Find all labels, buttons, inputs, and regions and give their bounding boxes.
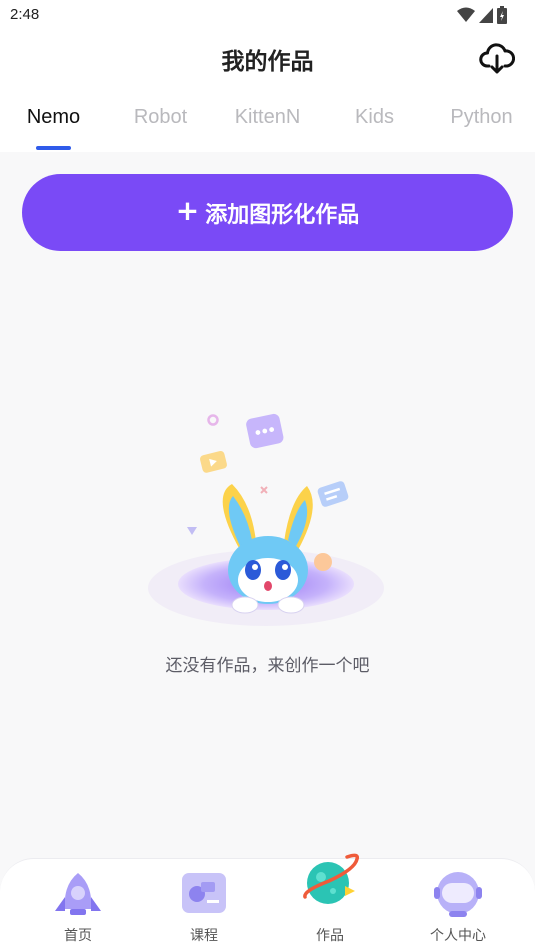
tab-kids[interactable]: Kids bbox=[321, 106, 428, 129]
status-icons bbox=[457, 6, 507, 24]
category-tabs: Nemo Robot KittenN Kids Python bbox=[0, 90, 535, 152]
wifi-icon bbox=[457, 7, 475, 22]
planet-icon bbox=[303, 853, 359, 904]
astronaut-helmet-icon bbox=[434, 872, 482, 917]
nav-works[interactable]: 作品 bbox=[270, 853, 390, 952]
status-bar: 2:48 bbox=[0, 0, 535, 30]
cloud-download-icon bbox=[479, 43, 516, 74]
bunny-in-hole-illustration bbox=[148, 413, 384, 626]
battery-icon bbox=[497, 6, 507, 24]
nav-courses-label: 课程 bbox=[190, 928, 218, 944]
header: 我的作品 bbox=[0, 30, 535, 90]
nav-home[interactable]: 首页 bbox=[18, 859, 138, 952]
empty-state-message: 还没有作品，来创作一个吧 bbox=[165, 656, 370, 676]
nav-works-label: 作品 bbox=[316, 928, 344, 944]
tab-kittenn[interactable]: KittenN bbox=[214, 106, 321, 129]
tab-indicator bbox=[36, 146, 71, 150]
status-time: 2:48 bbox=[10, 6, 40, 23]
cloud-download-button[interactable] bbox=[479, 42, 516, 76]
nav-profile[interactable]: 个人中心 bbox=[398, 859, 518, 952]
add-button-label: 添加图形化作品 bbox=[205, 202, 360, 228]
nav-courses[interactable]: 课程 bbox=[144, 859, 264, 952]
signal-icon bbox=[479, 8, 493, 23]
tab-python[interactable]: Python bbox=[428, 106, 535, 129]
page-title: 我的作品 bbox=[221, 49, 314, 75]
plus-icon: + bbox=[175, 194, 200, 227]
nav-profile-label: 个人中心 bbox=[430, 928, 486, 944]
course-board-icon bbox=[182, 873, 226, 913]
bottom-nav: 首页 课程 作品 个人中心 bbox=[0, 853, 535, 952]
add-graphical-work-button[interactable]: + 添加图形化作品 bbox=[22, 174, 513, 251]
tab-robot[interactable]: Robot bbox=[107, 106, 214, 129]
rocket-icon bbox=[55, 873, 101, 915]
nav-home-label: 首页 bbox=[64, 928, 92, 944]
tab-nemo[interactable]: Nemo bbox=[0, 106, 107, 129]
